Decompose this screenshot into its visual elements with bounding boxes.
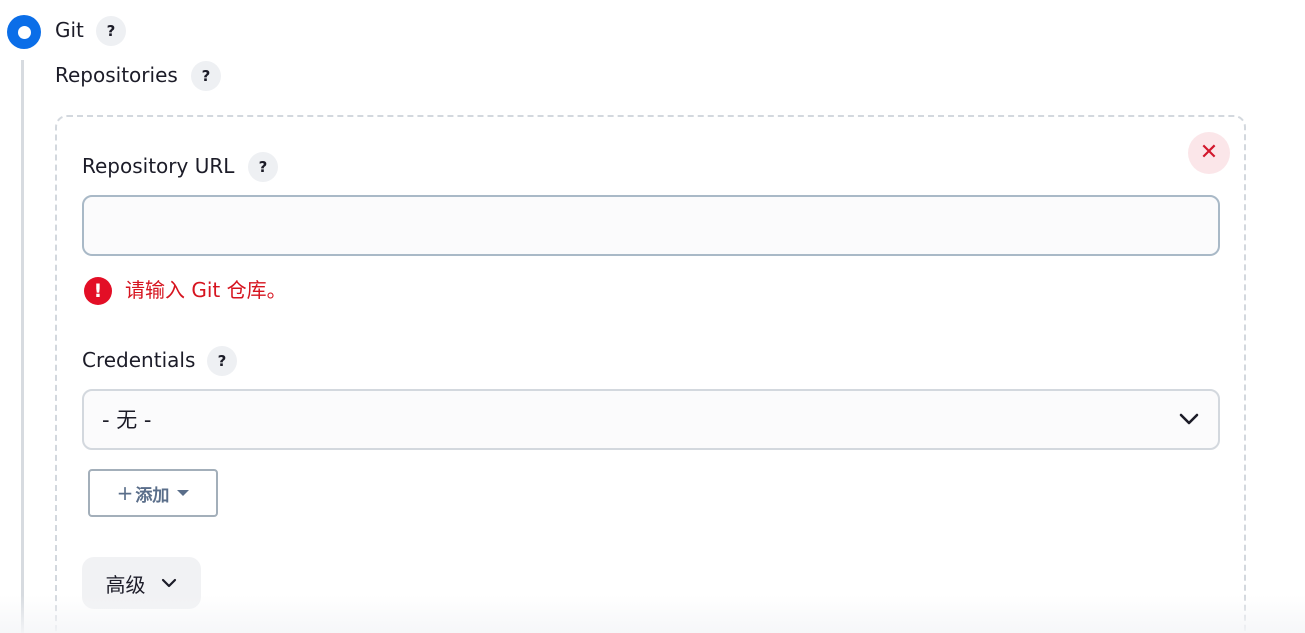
chevron-down-icon <box>1179 413 1199 425</box>
chevron-down-icon <box>161 578 176 588</box>
repository-url-help-icon[interactable]: ? <box>248 152 278 182</box>
repository-url-error-message: 请输入 Git 仓库。 <box>125 278 287 302</box>
advanced-button[interactable]: 高级 <box>82 557 201 609</box>
section-divider-line <box>21 60 24 633</box>
caret-down-icon <box>177 490 190 496</box>
repository-url-input[interactable] <box>82 195 1220 256</box>
add-button-label: 添加 <box>135 485 170 506</box>
credentials-label: Credentials <box>82 348 196 372</box>
git-radio-button[interactable] <box>7 15 41 49</box>
git-option-label: Git <box>55 18 84 42</box>
repositories-label: Repositories <box>55 63 178 87</box>
error-icon: ! <box>84 277 112 305</box>
advanced-button-label: 高级 <box>105 572 146 597</box>
repositories-help-icon[interactable]: ? <box>191 61 221 91</box>
credentials-select[interactable]: - 无 - <box>82 389 1220 450</box>
close-icon: ✕ <box>1199 140 1219 165</box>
scm-git-config: Git ? Repositories ? ✕ Repository URL ? … <box>0 0 1305 633</box>
repository-url-label: Repository URL <box>82 154 235 178</box>
radio-selected-icon <box>17 25 31 39</box>
add-credentials-button[interactable]: + 添加 <box>88 469 218 517</box>
remove-repository-button[interactable]: ✕ <box>1188 132 1230 174</box>
plus-icon: + <box>116 481 134 505</box>
repository-entry <box>55 115 1246 633</box>
git-help-icon[interactable]: ? <box>96 16 126 46</box>
credentials-help-icon[interactable]: ? <box>207 346 237 376</box>
credentials-selected-value: - 无 - <box>102 408 152 432</box>
